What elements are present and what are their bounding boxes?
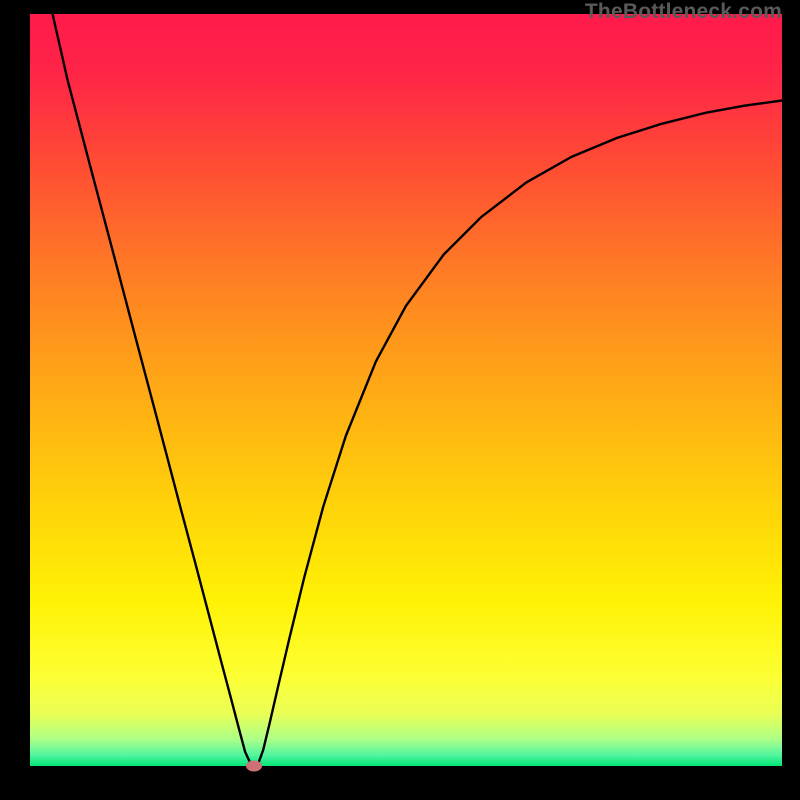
bottleneck-chart — [30, 14, 782, 766]
optimal-point-marker — [246, 761, 262, 772]
chart-frame — [30, 14, 782, 766]
watermark-text: TheBottleneck.com — [585, 0, 782, 24]
gradient-background — [30, 14, 782, 766]
